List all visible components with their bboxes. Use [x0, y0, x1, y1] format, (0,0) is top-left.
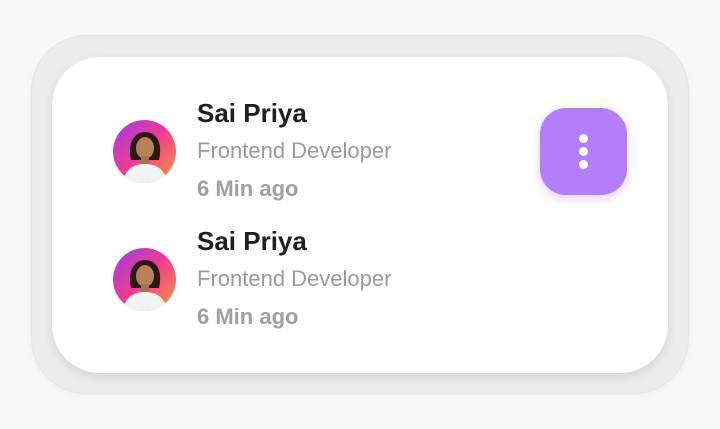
- list-item: Sai Priya Frontend Developer 6 Min ago: [52, 223, 668, 343]
- avatar: [113, 120, 176, 183]
- user-role: Frontend Developer: [197, 266, 392, 291]
- dot: [579, 134, 588, 143]
- timestamp: 6 Min ago: [197, 304, 299, 329]
- user-role: Frontend Developer: [197, 138, 392, 163]
- user-avatar-icon: [113, 248, 176, 311]
- activity-card: Sai Priya Frontend Developer 6 Min ago S…: [52, 57, 668, 373]
- dot: [579, 147, 588, 156]
- more-vertical-icon: [540, 108, 627, 195]
- dot: [579, 160, 588, 169]
- user-avatar-icon: [113, 120, 176, 183]
- more-options-button[interactable]: [540, 108, 627, 195]
- avatar: [113, 248, 176, 311]
- timestamp: 6 Min ago: [197, 176, 299, 201]
- user-name: Sai Priya: [197, 98, 307, 128]
- user-name: Sai Priya: [197, 226, 307, 256]
